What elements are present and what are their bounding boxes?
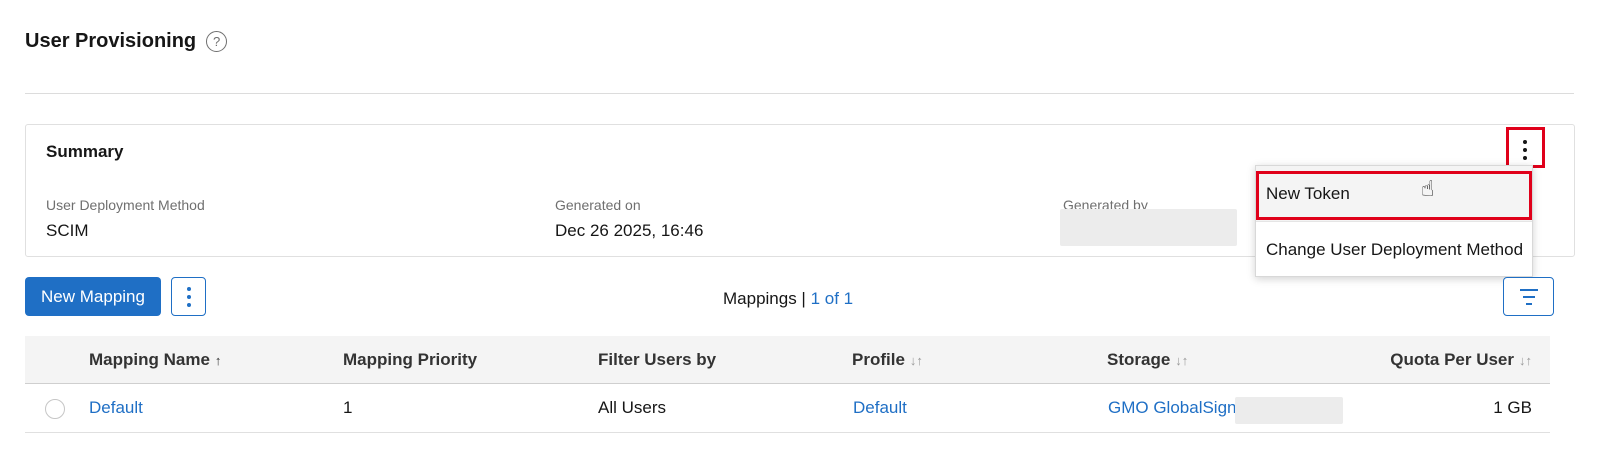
field-user-deployment-method: User Deployment Method SCIM (46, 197, 205, 241)
field-label: Generated on (555, 197, 641, 213)
redacted-value (1060, 209, 1237, 246)
column-header-profile[interactable]: Profile ↓↑ (852, 350, 923, 370)
menu-item-label: Change User Deployment Method (1266, 240, 1524, 259)
sort-icon: ↑ (214, 353, 222, 368)
overflow-menu-icon (1523, 140, 1527, 160)
filter-button[interactable] (1503, 277, 1554, 316)
summary-title: Summary (46, 142, 124, 161)
column-header-filter-users-by: Filter Users by (598, 350, 716, 370)
column-header-label: Profile (852, 350, 905, 369)
page-title-text: User Provisioning (25, 30, 197, 52)
table-row: Default 1 All Users Default GMO GlobalSi… (25, 384, 1550, 433)
column-header-label: Storage (1107, 350, 1171, 369)
cell-quota-per-user: 1 GB (1493, 398, 1532, 417)
summary-overflow-menu: New Token Change User Deployment Method (1255, 165, 1533, 277)
new-mapping-button[interactable]: New Mapping (25, 277, 161, 316)
sort-icon: ↓↑ (909, 353, 923, 368)
sort-icon: ↓↑ (1519, 353, 1532, 368)
summary-overflow-menu-button[interactable] (1507, 130, 1543, 170)
sort-icon: ↓↑ (1175, 353, 1189, 368)
column-header-quota-per-user[interactable]: Quota Per User ↓↑ (1390, 350, 1532, 370)
column-header-mapping-priority: Mapping Priority (343, 350, 477, 370)
cell-storage-link[interactable]: GMO GlobalSign (1108, 398, 1237, 418)
column-header-label: Mapping Name (89, 350, 210, 369)
title-divider (25, 93, 1574, 94)
field-generated-on: Generated on Dec 26 2025, 16:46 (555, 197, 703, 241)
column-header-label: Filter Users by (598, 350, 717, 369)
menu-item-label: New Token (1266, 183, 1350, 203)
menu-item-new-token[interactable]: New Token (1256, 166, 1532, 222)
hand-cursor-icon: ☝ (1421, 176, 1435, 201)
field-value: Dec 26 2025, 16:46 (555, 221, 704, 240)
column-header-storage[interactable]: Storage ↓↑ (1107, 350, 1188, 370)
column-header-label: Mapping Priority (343, 350, 478, 369)
cell-mapping-name-link[interactable]: Default (89, 398, 143, 418)
page-title: User Provisioning ? (25, 30, 228, 53)
table-header: Mapping Name ↑ Mapping Priority Filter Us… (25, 336, 1550, 384)
cell-profile-link[interactable]: Default (853, 398, 907, 418)
cell-filter-users-by: All Users (598, 398, 667, 417)
column-header-mapping-name[interactable]: Mapping Name ↑ (89, 350, 221, 370)
mappings-count: Mappings | 1 of 1 (723, 289, 853, 309)
menu-item-change-user-deployment-method[interactable]: Change User Deployment Method (1256, 222, 1532, 278)
row-select-radio[interactable] (45, 399, 65, 419)
mappings-overflow-menu-button[interactable] (171, 277, 206, 316)
overflow-menu-icon (186, 286, 191, 307)
filter-icon (1519, 288, 1538, 305)
mappings-count-value: 1 of 1 (810, 289, 854, 308)
mappings-label: Mappings | (723, 289, 806, 308)
cell-mapping-priority: 1 (343, 398, 353, 417)
column-header-label: Quota Per User (1390, 350, 1514, 369)
field-label: User Deployment Method (46, 197, 205, 213)
help-icon[interactable]: ? (206, 31, 228, 52)
field-value: SCIM (46, 221, 89, 240)
redacted-storage-suffix (1235, 397, 1343, 424)
